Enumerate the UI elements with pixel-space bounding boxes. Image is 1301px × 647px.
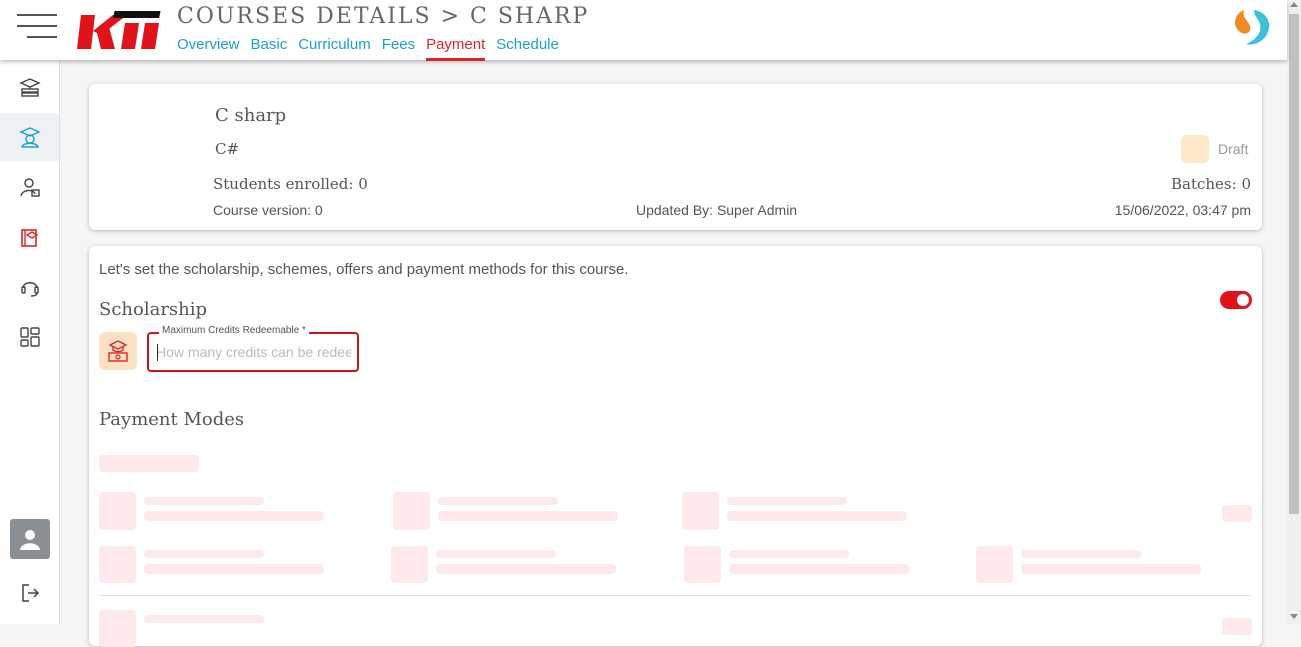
- user-avatar[interactable]: [10, 519, 50, 559]
- tab-basic[interactable]: Basic: [251, 36, 288, 61]
- headset-icon: [20, 282, 39, 297]
- skeleton-placeholder: [144, 615, 264, 623]
- course-name: C sharp: [215, 105, 287, 126]
- payment-modes-heading: Payment Modes: [99, 409, 245, 430]
- skeleton-placeholder: [144, 550, 264, 558]
- user-card-icon: [19, 178, 40, 197]
- scroll-up-arrow-icon[interactable]: [1290, 2, 1298, 7]
- avatar-icon: [20, 530, 40, 550]
- skeleton-placeholder: [729, 564, 909, 574]
- skeleton-placeholder: [1222, 505, 1252, 522]
- tab-schedule[interactable]: Schedule: [496, 36, 559, 61]
- text-caret: [157, 344, 158, 361]
- updated-by: Updated By: Super Admin: [636, 202, 798, 218]
- tab-curriculum[interactable]: Curriculum: [298, 36, 371, 61]
- skeleton-placeholder: [684, 546, 721, 583]
- logout-button[interactable]: [0, 569, 59, 617]
- skeleton-placeholder: [99, 546, 136, 583]
- skeleton-placeholder: [99, 610, 136, 647]
- sidebar-item-support[interactable]: [0, 263, 59, 311]
- sidebar-item-users[interactable]: [0, 163, 59, 211]
- tab-payment[interactable]: Payment: [426, 36, 486, 61]
- kii-logo: [77, 11, 161, 49]
- updated-date: 15/06/2022, 03:47 pm: [1114, 202, 1251, 218]
- scroll-down-arrow-icon[interactable]: [1290, 614, 1298, 619]
- skeleton-placeholder: [99, 455, 199, 472]
- sidebar-item-library[interactable]: [0, 213, 59, 261]
- status-badge: Draft: [1218, 141, 1249, 157]
- tab-fees[interactable]: Fees: [382, 36, 415, 61]
- students-enrolled: Students enrolled: 0: [213, 175, 368, 193]
- scholarship-icon: [99, 332, 137, 370]
- skeleton-placeholder: [99, 492, 136, 530]
- books-stack-icon: [18, 78, 41, 97]
- skeleton-placeholder: [144, 511, 324, 521]
- skeleton-placeholder: [1021, 550, 1141, 558]
- skeleton-placeholder: [1021, 564, 1201, 574]
- skeleton-placeholder: [436, 550, 556, 558]
- status-badge-icon: [1181, 135, 1209, 163]
- skeleton-placeholder: [727, 497, 847, 505]
- dashboard-grid-icon: [19, 327, 40, 347]
- course-code: C#: [215, 140, 240, 158]
- skeleton-placeholder: [976, 546, 1013, 583]
- sidebar: [0, 60, 60, 624]
- skeleton-placeholder: [391, 546, 428, 583]
- graduate-user-icon: [18, 127, 41, 148]
- payment-intro-text: Let's set the scholarship, schemes, offe…: [99, 261, 629, 278]
- brand-swirl-icon: [1235, 10, 1270, 45]
- skeleton-placeholder: [436, 564, 616, 574]
- sidebar-item-courses[interactable]: [0, 63, 59, 111]
- skeleton-placeholder: [727, 511, 907, 521]
- sidebar-item-students[interactable]: [0, 113, 59, 161]
- course-book-icon: [20, 229, 38, 247]
- hamburger-menu-icon[interactable]: [17, 14, 59, 38]
- skeleton-placeholder: [438, 511, 618, 521]
- course-tabs: Overview Basic Curriculum Fees Payment S…: [177, 36, 570, 61]
- skeleton-placeholder: [438, 497, 558, 505]
- skeleton-placeholder: [144, 564, 324, 574]
- skeleton-placeholder: [682, 492, 719, 530]
- top-header: COURSES DETAILS > C SHARP Overview Basic…: [0, 0, 1287, 61]
- scholarship-toggle[interactable]: [1220, 291, 1252, 309]
- logout-icon: [21, 584, 39, 602]
- course-version: Course version: 0: [213, 202, 323, 218]
- skeleton-placeholder: [393, 492, 430, 530]
- max-credits-input[interactable]: [156, 344, 351, 360]
- toggle-knob: [1237, 294, 1249, 306]
- tab-overview[interactable]: Overview: [177, 36, 240, 61]
- course-summary-card: C sharp C# Students enrolled: 0 Course v…: [89, 84, 1262, 230]
- scholarship-heading: Scholarship: [99, 299, 208, 320]
- skeleton-placeholder: [729, 550, 849, 558]
- sidebar-item-dashboard[interactable]: [0, 313, 59, 361]
- batches-count: Batches: 0: [1171, 175, 1251, 193]
- section-divider: [99, 595, 1251, 596]
- scroll-thumb[interactable]: [1289, 14, 1299, 514]
- max-credits-field: Maximum Credits Redeemable *: [147, 325, 359, 372]
- payment-settings-card: Let's set the scholarship, schemes, offe…: [89, 246, 1262, 647]
- skeleton-placeholder: [1222, 618, 1252, 635]
- max-credits-label: Maximum Credits Redeemable *: [159, 325, 309, 336]
- page-title: COURSES DETAILS > C SHARP: [177, 4, 590, 29]
- skeleton-placeholder: [144, 497, 264, 505]
